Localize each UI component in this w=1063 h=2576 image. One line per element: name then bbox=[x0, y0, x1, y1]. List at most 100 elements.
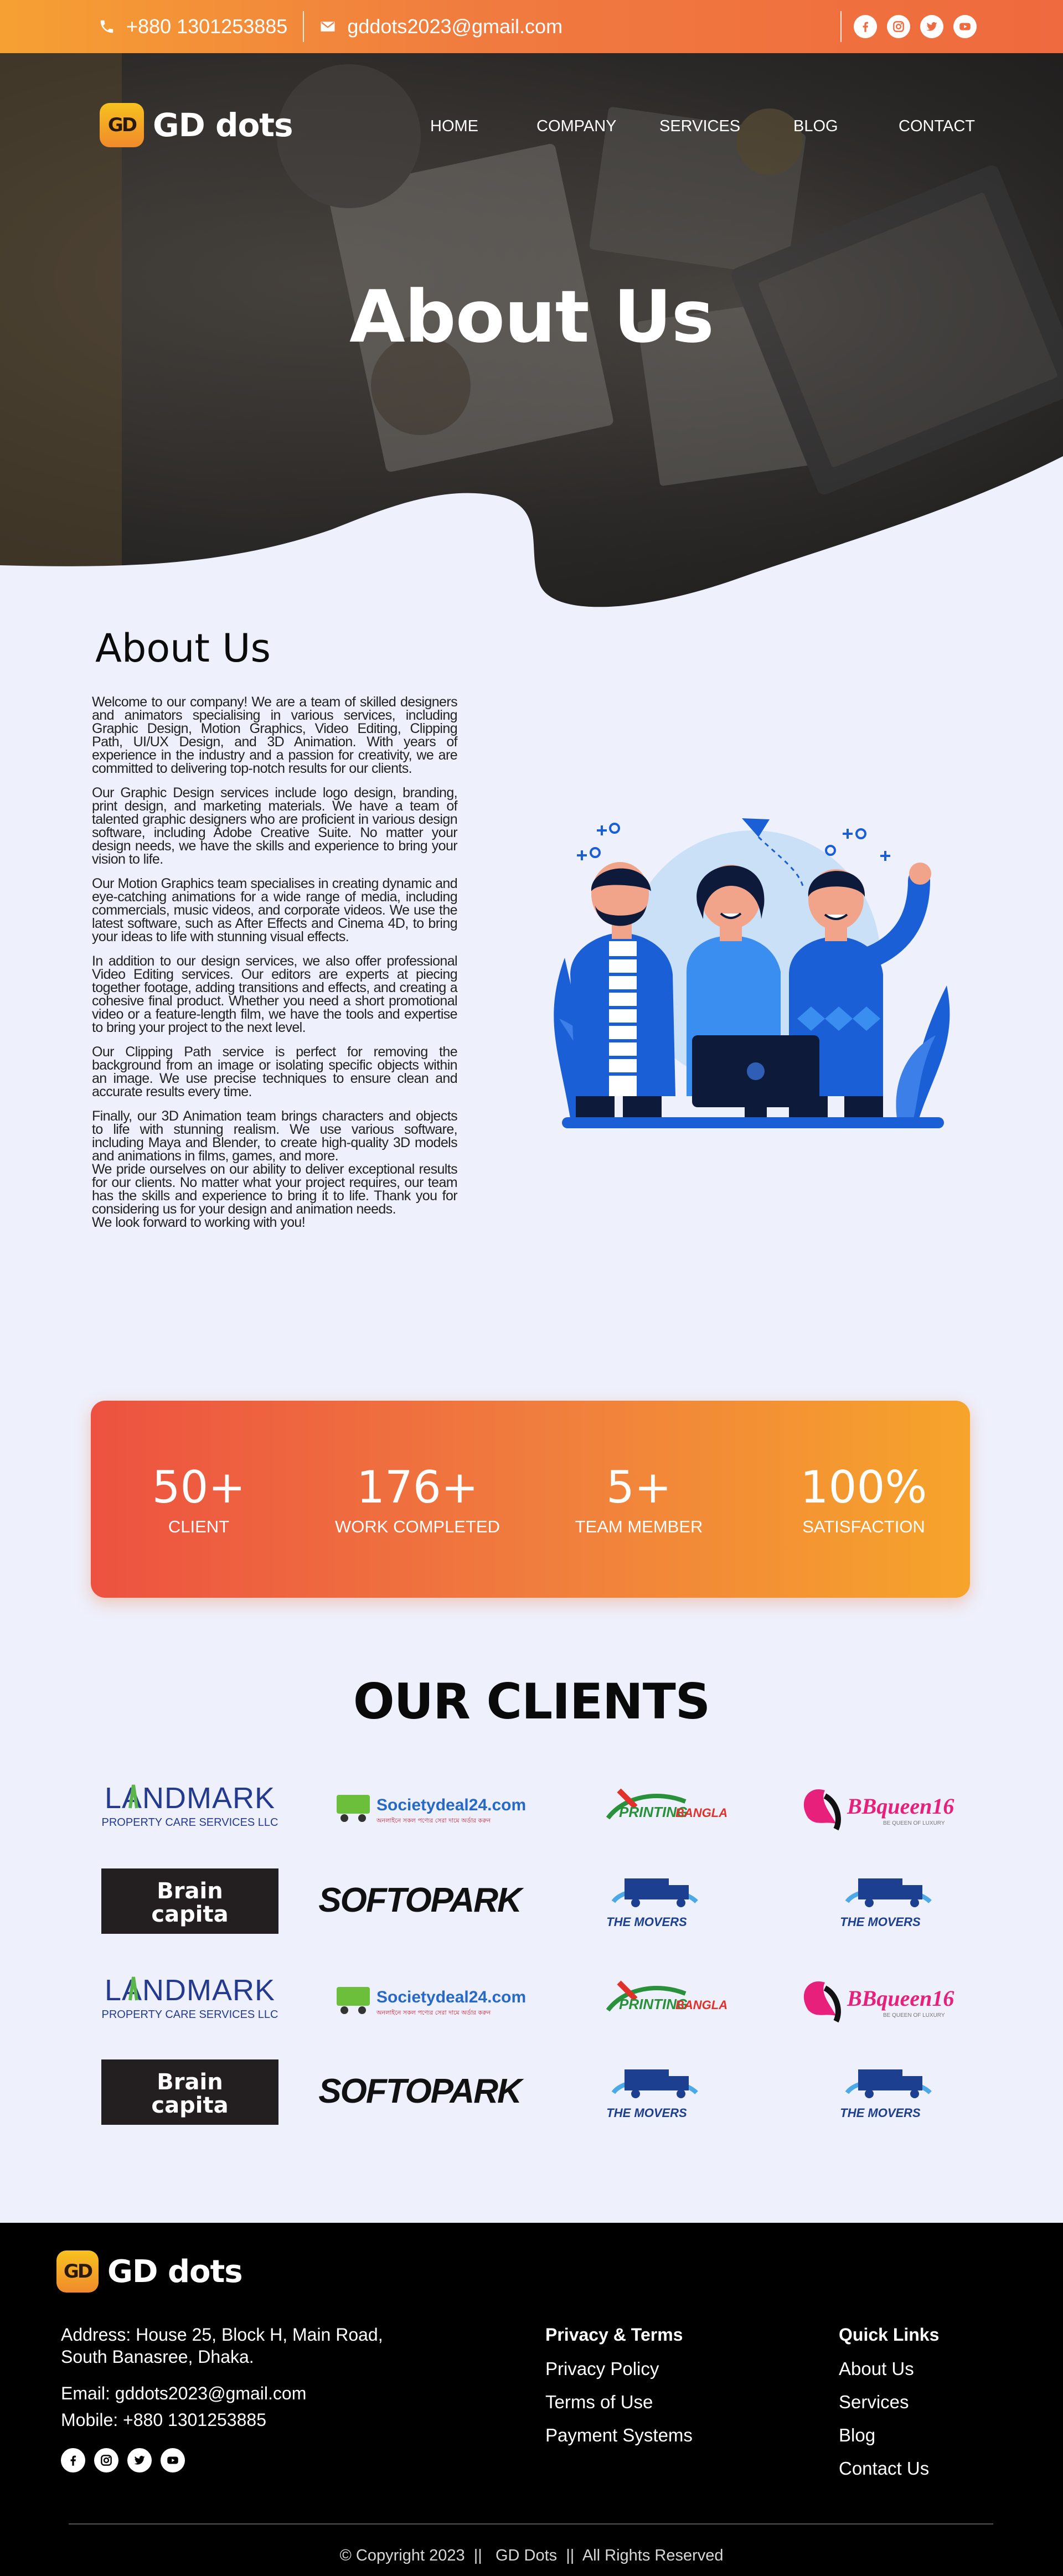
footer-divider bbox=[69, 2523, 993, 2525]
client-logo-the-movers: THE MOVERS bbox=[792, 1868, 969, 1935]
footer-email[interactable]: Email: gddots2023@gmail.com bbox=[61, 2383, 306, 2404]
nav-contact[interactable]: CONTACT bbox=[899, 117, 975, 136]
about-paragraph: Our Graphic Design services include logo… bbox=[92, 785, 458, 867]
logo-text: GD dots bbox=[153, 106, 293, 144]
link-terms-of-use[interactable]: Terms of Use bbox=[545, 2391, 693, 2413]
nav-blog[interactable]: BLOG bbox=[793, 117, 838, 136]
divider bbox=[303, 11, 305, 42]
logo-mark: GD bbox=[56, 2250, 99, 2293]
stat-satisfaction: 100% SATISFACTION bbox=[758, 1401, 969, 1598]
phone-number-link[interactable]: +880 1301253885 bbox=[126, 15, 287, 38]
team-illustration bbox=[554, 818, 950, 1128]
stat-value: 5+ bbox=[606, 1462, 672, 1513]
client-logo-brain-capita: Brain capita bbox=[101, 2059, 278, 2126]
svg-text:Brain: Brain bbox=[157, 2069, 223, 2095]
address-line: Address: House 25, Block H, Main Road, bbox=[61, 2325, 383, 2345]
top-contact-bar: +880 1301253885 gddots2023@gmail.com bbox=[0, 0, 1063, 53]
logo-mark: GD bbox=[100, 103, 144, 147]
site-footer: GD GD dots Address: House 25, Block H, M… bbox=[0, 2223, 1063, 2576]
stat-value: 50+ bbox=[152, 1462, 246, 1513]
client-logo-brain-capita: Brain capita bbox=[101, 1868, 278, 1935]
footer-social-links bbox=[61, 2448, 194, 2472]
svg-text:BANGLA: BANGLA bbox=[675, 1998, 727, 2012]
about-paragraph: Welcome to our company! We are a team of… bbox=[92, 694, 458, 776]
client-logo-printing-bangla: PRINTING BANGLA bbox=[558, 1774, 735, 1840]
footer-logo[interactable]: GD GD dots bbox=[56, 2250, 243, 2293]
twitter-icon[interactable] bbox=[920, 15, 943, 38]
about-text: Welcome to our company! We are a team of… bbox=[92, 694, 458, 1230]
client-logo-softopark: SOFTOPARK bbox=[318, 1868, 525, 1935]
client-logo-societydeal: Societydeal24.com অনলাইনে সকল পণ্যের সের… bbox=[331, 1774, 526, 1840]
clients-heading: OUR CLIENTS bbox=[353, 1673, 710, 1730]
link-blog[interactable]: Blog bbox=[839, 2424, 939, 2446]
stat-label: WORK COMPLETED bbox=[335, 1517, 500, 1536]
mail-icon bbox=[321, 22, 335, 32]
facebook-icon[interactable] bbox=[854, 15, 877, 38]
about-heading: About Us bbox=[95, 626, 271, 671]
client-logo-the-movers: THE MOVERS bbox=[558, 2059, 735, 2126]
client-logo-landmark: LANDMARK PROPERTY CARE SERVICES LLC bbox=[101, 1774, 278, 1840]
svg-text:Brain: Brain bbox=[157, 1878, 223, 1904]
link-payment-systems[interactable]: Payment Systems bbox=[545, 2424, 693, 2446]
client-logo-bbqueen: BBqueen16 BE QUEEN OF LUXURY bbox=[786, 1966, 963, 2032]
svg-text:SOFTOPARK: SOFTOPARK bbox=[318, 2072, 524, 2110]
stat-label: CLIENT bbox=[168, 1517, 230, 1536]
link-privacy-policy[interactable]: Privacy Policy bbox=[545, 2358, 693, 2380]
copyright-text: © Copyright 2023 || GD Dots || All Right… bbox=[339, 2547, 724, 2564]
about-paragraph: Our Clipping Path service is perfect for… bbox=[92, 1044, 458, 1099]
svg-text:THE MOVERS: THE MOVERS bbox=[606, 2106, 687, 2120]
instagram-icon[interactable] bbox=[887, 15, 910, 38]
stat-label: TEAM MEMBER bbox=[575, 1517, 703, 1536]
address-line: South Banasree, Dhaka. bbox=[61, 2347, 254, 2367]
svg-text:BBqueen16: BBqueen16 bbox=[847, 1986, 954, 2011]
nav-services[interactable]: SERVICES bbox=[659, 117, 740, 136]
about-paragraph: We pride ourselves on our ability to del… bbox=[92, 1161, 458, 1217]
client-logo-softopark: SOFTOPARK bbox=[318, 2059, 525, 2126]
footer-privacy-column: Privacy & Terms Privacy Policy Terms of … bbox=[545, 2324, 693, 2458]
client-logo-the-movers: THE MOVERS bbox=[792, 2059, 969, 2126]
about-paragraph: Our Motion Graphics team specialises in … bbox=[92, 876, 458, 944]
site-logo[interactable]: GD GD dots bbox=[100, 103, 293, 147]
svg-text:BBqueen16: BBqueen16 bbox=[847, 1794, 954, 1819]
nav-company[interactable]: COMPANY bbox=[536, 117, 616, 136]
footer-column-title: Privacy & Terms bbox=[545, 2325, 683, 2345]
social-links bbox=[840, 0, 987, 53]
stats-banner: 50+ CLIENT 176+ WORK COMPLETED 5+ TEAM M… bbox=[91, 1401, 970, 1598]
stat-work-completed: 176+ WORK COMPLETED bbox=[312, 1401, 523, 1598]
email-link[interactable]: gddots2023@gmail.com bbox=[347, 15, 563, 38]
client-logo-the-movers: THE MOVERS bbox=[558, 1868, 735, 1935]
svg-text:SOFTOPARK: SOFTOPARK bbox=[318, 1881, 524, 1919]
footer-quick-links-column: Quick Links About Us Services Blog Conta… bbox=[839, 2324, 939, 2491]
svg-text:PROPERTY CARE SERVICES LLC: PROPERTY CARE SERVICES LLC bbox=[101, 1816, 278, 1829]
stat-value: 176+ bbox=[357, 1462, 478, 1513]
stat-value: 100% bbox=[800, 1462, 927, 1513]
instagram-icon[interactable] bbox=[94, 2448, 118, 2472]
contact-info: +880 1301253885 gddots2023@gmail.com bbox=[99, 0, 563, 53]
svg-text:PROPERTY CARE SERVICES LLC: PROPERTY CARE SERVICES LLC bbox=[101, 2009, 278, 2021]
footer-column-title: Quick Links bbox=[839, 2325, 940, 2345]
svg-text:capita: capita bbox=[151, 2093, 228, 2118]
svg-text:অনলাইনে সকল পণ্যের সেরা দামে অ: অনলাইনে সকল পণ্যের সেরা দামে অর্ডার করুন bbox=[376, 1817, 491, 1824]
svg-text:THE MOVERS: THE MOVERS bbox=[606, 1915, 687, 1929]
twitter-icon[interactable] bbox=[127, 2448, 152, 2472]
footer-mobile[interactable]: Mobile: +880 1301253885 bbox=[61, 2410, 266, 2430]
divider bbox=[840, 11, 842, 42]
svg-text:capita: capita bbox=[151, 1902, 228, 1927]
svg-text:BE QUEEN OF LUXURY: BE QUEEN OF LUXURY bbox=[883, 1820, 945, 1826]
about-paragraph: We look forward to working with you! bbox=[92, 1215, 306, 1230]
link-services[interactable]: Services bbox=[839, 2391, 939, 2413]
youtube-icon[interactable] bbox=[953, 15, 977, 38]
nav-home[interactable]: HOME bbox=[430, 117, 478, 136]
about-paragraph: Finally, our 3D Animation team brings ch… bbox=[92, 1108, 458, 1164]
link-about-us[interactable]: About Us bbox=[839, 2358, 939, 2380]
client-logo-societydeal: Societydeal24.com অনলাইনে সকল পণ্যের সের… bbox=[331, 1966, 526, 2032]
youtube-icon[interactable] bbox=[161, 2448, 185, 2472]
facebook-icon[interactable] bbox=[61, 2448, 85, 2472]
link-contact-us[interactable]: Contact Us bbox=[839, 2458, 939, 2480]
logo-text: GD dots bbox=[107, 2253, 243, 2290]
stat-label: SATISFACTION bbox=[802, 1517, 925, 1536]
stat-team-member: 5+ TEAM MEMBER bbox=[534, 1401, 744, 1598]
page-title: About Us bbox=[349, 275, 714, 359]
about-paragraph: In addition to our design services, we a… bbox=[92, 953, 458, 1035]
svg-text:Societydeal24.com: Societydeal24.com bbox=[376, 1796, 526, 1814]
